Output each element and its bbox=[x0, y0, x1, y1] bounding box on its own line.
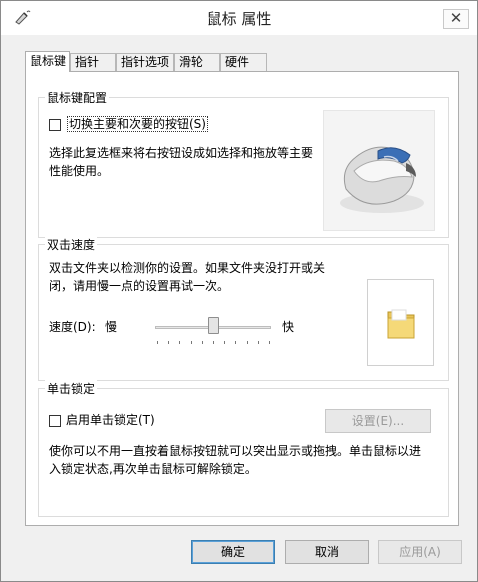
close-button[interactable]: ✕ bbox=[443, 9, 469, 29]
mouse-properties-window: 鼠标 属性 ✕ 鼠标键 指针 指针选项 滑轮 硬件 鼠标键配置 切换主要和次要的… bbox=[0, 0, 478, 582]
slider-tick bbox=[269, 341, 270, 344]
slider-tick bbox=[201, 341, 203, 344]
slider-tick bbox=[168, 341, 170, 344]
slow-label: 慢 bbox=[105, 320, 118, 334]
slider-tick bbox=[179, 341, 181, 344]
dialog-content: 鼠标键 指针 指针选项 滑轮 硬件 鼠标键配置 切换主要和次要的按钮(S) 选择… bbox=[1, 35, 477, 581]
close-icon: ✕ bbox=[449, 9, 463, 27]
button-config-description-2: 性能使用。 bbox=[49, 164, 110, 178]
button-config-title: 鼠标键配置 bbox=[45, 89, 110, 106]
double-click-group: 双击速度 双击文件夹以检测你的设置。如果文件夹没打开或关 闭，请用慢一点的设置再… bbox=[38, 236, 449, 381]
double-click-description-2: 闭，请用慢一点的设置再试一次。 bbox=[49, 279, 230, 293]
ok-button[interactable]: 确定 bbox=[191, 540, 275, 564]
switch-buttons-checkbox[interactable] bbox=[49, 119, 61, 131]
slider-tick bbox=[257, 341, 259, 344]
click-lock-group: 单击锁定 启用单击锁定(T) 设置(E)... 使你可以不用一直按着鼠标按钮就可… bbox=[38, 380, 449, 517]
click-lock-description-2: 入锁定状态,再次单击鼠标可解除锁定。 bbox=[49, 462, 257, 476]
tab-wheel[interactable]: 滑轮 bbox=[174, 53, 220, 71]
slider-tick bbox=[246, 341, 248, 344]
mouse-image bbox=[340, 146, 424, 213]
window-title: 鼠标 属性 bbox=[206, 10, 272, 28]
switch-buttons-label[interactable]: 切换主要和次要的按钮(S) bbox=[67, 116, 208, 132]
fast-label: 快 bbox=[282, 320, 295, 334]
folder-icon bbox=[387, 309, 415, 339]
speed-label: 速度(D): bbox=[49, 320, 96, 334]
tab-pointers[interactable]: 指针 bbox=[70, 53, 116, 71]
slider-tick bbox=[157, 341, 158, 344]
button-config-group: 鼠标键配置 切换主要和次要的按钮(S) 选择此复选框来将右按钮设成如选择和拖放等… bbox=[38, 89, 449, 238]
click-lock-checkbox[interactable] bbox=[49, 415, 61, 427]
click-lock-settings-button[interactable]: 设置(E)... bbox=[325, 409, 431, 433]
title-bar: 鼠标 属性 ✕ bbox=[1, 1, 477, 35]
tab-buttons[interactable]: 鼠标键 bbox=[25, 51, 70, 72]
tab-panel: 鼠标键配置 切换主要和次要的按钮(S) 选择此复选框来将右按钮设成如选择和拖放等… bbox=[25, 71, 459, 526]
click-lock-title: 单击锁定 bbox=[45, 380, 98, 397]
cancel-button[interactable]: 取消 bbox=[285, 540, 369, 564]
test-folder-box[interactable] bbox=[367, 279, 434, 366]
slider-tick bbox=[235, 341, 237, 344]
slider-tick bbox=[190, 341, 192, 344]
button-config-description-1: 选择此复选框来将右按钮设成如选择和拖放等主要 bbox=[49, 146, 314, 160]
mouse-illustration bbox=[323, 110, 435, 231]
double-click-title: 双击速度 bbox=[45, 236, 98, 253]
slider-tick bbox=[224, 341, 226, 344]
speed-slider-thumb[interactable] bbox=[208, 317, 219, 334]
tab-hardware[interactable]: 硬件 bbox=[220, 53, 267, 71]
double-click-description-1: 双击文件夹以检测你的设置。如果文件夹没打开或关 bbox=[49, 261, 326, 275]
apply-button[interactable]: 应用(A) bbox=[378, 540, 462, 564]
tab-pointer-options[interactable]: 指针选项 bbox=[116, 53, 174, 71]
slider-tick bbox=[213, 341, 214, 344]
click-lock-label[interactable]: 启用单击锁定(T) bbox=[66, 411, 155, 429]
click-lock-description-1: 使你可以不用一直按着鼠标按钮就可以突出显示或拖拽。单击鼠标以进 bbox=[49, 444, 422, 458]
